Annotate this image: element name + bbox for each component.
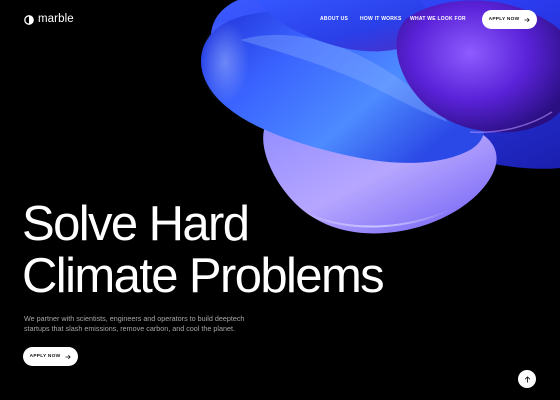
nav-apply-now-button[interactable]: APPLY NOW [482, 10, 537, 29]
hero-headline-line-1: Solve Hard [22, 197, 250, 251]
hero-tagline: We partner with scientists, engineers an… [24, 314, 274, 334]
hero-tagline-line-1: We partner with scientists, engineers an… [24, 314, 245, 323]
page: marble ABOUT US HOW IT WORKS WHAT WE LOO… [0, 0, 560, 400]
brand-name: marble [38, 13, 74, 25]
hero-headline: Solve Hard Climate Problems [22, 197, 385, 303]
half-circle-logo-icon [24, 14, 34, 25]
arrow-right-icon [524, 17, 530, 22]
arrow-up-icon [524, 375, 530, 383]
scroll-to-top-button[interactable] [518, 370, 536, 388]
nav-link-how-it-works[interactable]: HOW IT WORKS [360, 16, 402, 23]
hero-apply-now-label: APPLY NOW [29, 354, 61, 359]
top-navigation: marble ABOUT US HOW IT WORKS WHAT WE LOO… [0, 0, 560, 40]
brand-logo[interactable]: marble [24, 13, 74, 26]
nav-link-what-we-look-for[interactable]: WHAT WE LOOK FOR [410, 16, 466, 23]
nav-apply-now-label: APPLY NOW [488, 17, 520, 22]
hero-apply-now-button[interactable]: APPLY NOW [23, 347, 78, 366]
arrow-right-icon [65, 354, 71, 359]
hero-headline-line-2: Climate Problems [22, 249, 385, 303]
hero-tagline-line-2: startups that slash emissions, remove ca… [24, 324, 235, 333]
nav-link-about-us[interactable]: ABOUT US [320, 16, 348, 23]
